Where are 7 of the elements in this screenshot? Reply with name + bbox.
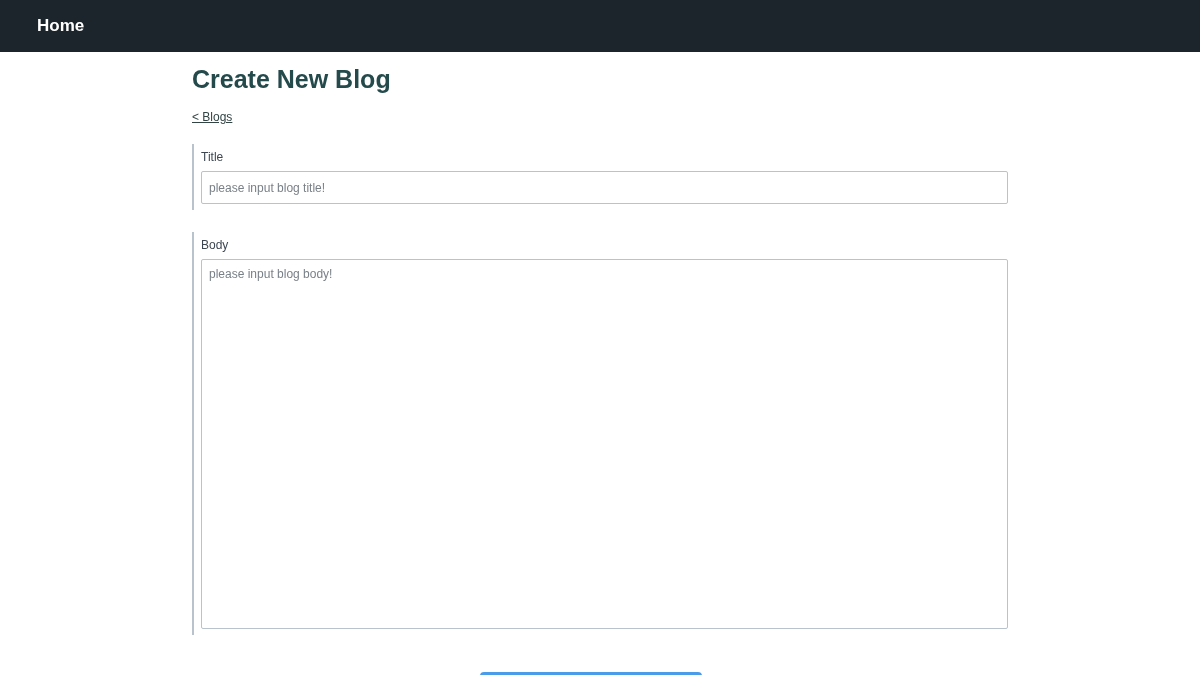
home-link[interactable]: Home: [37, 16, 85, 36]
back-link[interactable]: < Blogs: [192, 110, 233, 124]
body-field[interactable]: please input blog body!: [201, 259, 1008, 629]
page-heading: Create New Blog: [192, 64, 392, 94]
field-label: Body: [201, 238, 230, 252]
field-label: Title: [201, 150, 225, 164]
title-field[interactable]: please input blog title!: [201, 171, 1008, 204]
